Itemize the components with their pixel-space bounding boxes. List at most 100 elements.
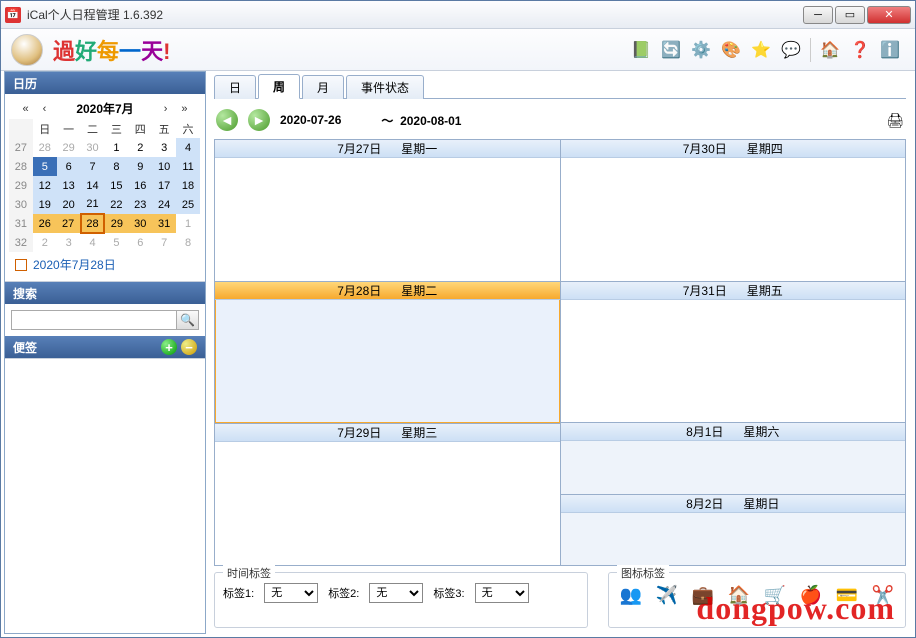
cat-travel-icon[interactable]: ✈️ bbox=[653, 581, 681, 609]
cal-day[interactable]: 7 bbox=[152, 233, 176, 252]
cal-day[interactable]: 26 bbox=[33, 214, 57, 233]
cat-work-icon[interactable]: 💼 bbox=[689, 581, 717, 609]
cal-day[interactable]: 6 bbox=[57, 157, 81, 176]
maximize-button[interactable]: ▭ bbox=[835, 6, 865, 24]
date-range-bar: ◄ ► 2020-07-26 ～ 2020-08-01 🖨 bbox=[214, 105, 906, 139]
icon-tags-box: 图标标签 👥 ✈️ 💼 🏠 🛒 🍎 💳 ✂️ bbox=[608, 572, 906, 628]
calendar-panel-header: 日历 bbox=[5, 72, 205, 94]
date-from: 2020-07-26 bbox=[280, 113, 341, 127]
tool-export-icon[interactable]: 📗 bbox=[630, 39, 652, 61]
cal-day[interactable]: 4 bbox=[176, 138, 200, 157]
minimize-button[interactable]: ─ bbox=[803, 6, 833, 24]
cal-day[interactable]: 11 bbox=[176, 157, 200, 176]
cal-day[interactable]: 3 bbox=[152, 138, 176, 157]
cal-day[interactable]: 8 bbox=[104, 157, 128, 176]
sidebar: 日历 « ‹ 2020年7月 › » 日一二三四五六27282930123428… bbox=[4, 71, 206, 634]
cat-money-icon[interactable]: 💳 bbox=[833, 581, 861, 609]
cal-day[interactable]: 23 bbox=[128, 195, 152, 214]
cal-day[interactable]: 12 bbox=[33, 176, 57, 195]
week-view: 7月27日星期一7月28日星期二7月29日星期三 7月30日星期四7月31日星期五… bbox=[214, 139, 906, 566]
cal-day[interactable]: 30 bbox=[128, 214, 152, 233]
week-prev-button[interactable]: ◄ bbox=[216, 109, 238, 131]
cal-day[interactable]: 21 bbox=[81, 195, 105, 214]
tag-select-1[interactable]: 无 bbox=[264, 583, 318, 603]
cal-day[interactable]: 29 bbox=[57, 138, 81, 157]
cal-day[interactable]: 28 bbox=[33, 138, 57, 157]
tab-month[interactable]: 月 bbox=[302, 75, 344, 99]
tab-week[interactable]: 周 bbox=[258, 74, 300, 99]
day-cell[interactable]: 8月2日星期日 bbox=[561, 495, 906, 565]
cal-day[interactable]: 30 bbox=[81, 138, 105, 157]
cal-day[interactable]: 1 bbox=[176, 214, 200, 233]
tool-chat-icon[interactable]: 💬 bbox=[780, 39, 802, 61]
cal-next-year[interactable]: » bbox=[177, 103, 191, 115]
cal-day[interactable]: 2 bbox=[33, 233, 57, 252]
cal-day[interactable]: 9 bbox=[128, 157, 152, 176]
note-add-button[interactable]: + bbox=[161, 339, 177, 355]
day-cell[interactable]: 8月1日星期六 bbox=[561, 423, 906, 494]
tool-help-icon[interactable]: ❓ bbox=[849, 39, 871, 61]
tool-sync-icon[interactable]: 🔄 bbox=[660, 39, 682, 61]
day-cell[interactable]: 7月28日星期二 bbox=[215, 282, 560, 424]
cal-day[interactable]: 10 bbox=[152, 157, 176, 176]
tool-settings-icon[interactable]: ⚙️ bbox=[690, 39, 712, 61]
cal-day[interactable]: 14 bbox=[81, 176, 105, 195]
today-checkbox-icon[interactable] bbox=[15, 259, 27, 271]
cat-people-icon[interactable]: 👥 bbox=[617, 581, 645, 609]
cat-cut-icon[interactable]: ✂️ bbox=[869, 581, 897, 609]
cal-day[interactable]: 20 bbox=[57, 195, 81, 214]
cal-day[interactable]: 5 bbox=[33, 157, 57, 176]
day-header: 8月1日星期六 bbox=[561, 423, 906, 441]
notes-area[interactable] bbox=[5, 358, 205, 633]
tab-day[interactable]: 日 bbox=[214, 75, 256, 99]
cal-day[interactable]: 17 bbox=[152, 176, 176, 195]
logo-icon bbox=[11, 34, 43, 66]
cal-day[interactable]: 25 bbox=[176, 195, 200, 214]
cal-prev-year[interactable]: « bbox=[19, 103, 33, 115]
cal-day[interactable]: 24 bbox=[152, 195, 176, 214]
cal-day[interactable]: 1 bbox=[104, 138, 128, 157]
cal-day[interactable]: 27 bbox=[57, 214, 81, 233]
note-remove-button[interactable]: − bbox=[181, 339, 197, 355]
cat-food-icon[interactable]: 🍎 bbox=[797, 581, 825, 609]
tool-info-icon[interactable]: ℹ️ bbox=[879, 39, 901, 61]
cal-day[interactable]: 8 bbox=[176, 233, 200, 252]
day-cell[interactable]: 7月31日星期五 bbox=[561, 282, 906, 424]
today-label[interactable]: 2020年7月28日 bbox=[9, 252, 201, 277]
cal-day[interactable]: 6 bbox=[128, 233, 152, 252]
cal-day[interactable]: 4 bbox=[81, 233, 105, 252]
cal-day[interactable]: 13 bbox=[57, 176, 81, 195]
tool-home-icon[interactable]: 🏠 bbox=[819, 39, 841, 61]
day-cell[interactable]: 7月27日星期一 bbox=[215, 140, 560, 282]
cat-home-icon[interactable]: 🏠 bbox=[725, 581, 753, 609]
week-next-button[interactable]: ► bbox=[248, 109, 270, 131]
cal-day[interactable]: 22 bbox=[104, 195, 128, 214]
calendar-grid[interactable]: 日一二三四五六272829301234285678910112912131415… bbox=[9, 119, 201, 252]
cat-shop-icon[interactable]: 🛒 bbox=[761, 581, 789, 609]
search-input[interactable] bbox=[11, 310, 177, 330]
cal-day[interactable]: 28 bbox=[81, 214, 105, 233]
cal-day[interactable]: 7 bbox=[81, 157, 105, 176]
day-header: 8月2日星期日 bbox=[561, 495, 906, 513]
cal-day[interactable]: 31 bbox=[152, 214, 176, 233]
tool-theme-icon[interactable]: 🎨 bbox=[720, 39, 742, 61]
cal-day[interactable]: 19 bbox=[33, 195, 57, 214]
cal-day[interactable]: 18 bbox=[176, 176, 200, 195]
cal-prev-month[interactable]: ‹ bbox=[39, 103, 51, 115]
tool-favorite-icon[interactable]: ⭐ bbox=[750, 39, 772, 61]
tag-select-3[interactable]: 无 bbox=[475, 583, 529, 603]
close-button[interactable]: ✕ bbox=[867, 6, 911, 24]
cal-day[interactable]: 16 bbox=[128, 176, 152, 195]
day-cell[interactable]: 7月29日星期三 bbox=[215, 424, 560, 565]
cal-day[interactable]: 5 bbox=[104, 233, 128, 252]
search-button[interactable]: 🔍 bbox=[177, 310, 199, 330]
cal-day[interactable]: 3 bbox=[57, 233, 81, 252]
tag-select-2[interactable]: 无 bbox=[369, 583, 423, 603]
cal-day[interactable]: 2 bbox=[128, 138, 152, 157]
day-cell[interactable]: 7月30日星期四 bbox=[561, 140, 906, 282]
cal-day[interactable]: 15 bbox=[104, 176, 128, 195]
cal-next-month[interactable]: › bbox=[160, 103, 172, 115]
cal-day[interactable]: 29 bbox=[104, 214, 128, 233]
tab-status[interactable]: 事件状态 bbox=[346, 75, 424, 99]
print-button[interactable]: 🖨 bbox=[886, 112, 904, 129]
